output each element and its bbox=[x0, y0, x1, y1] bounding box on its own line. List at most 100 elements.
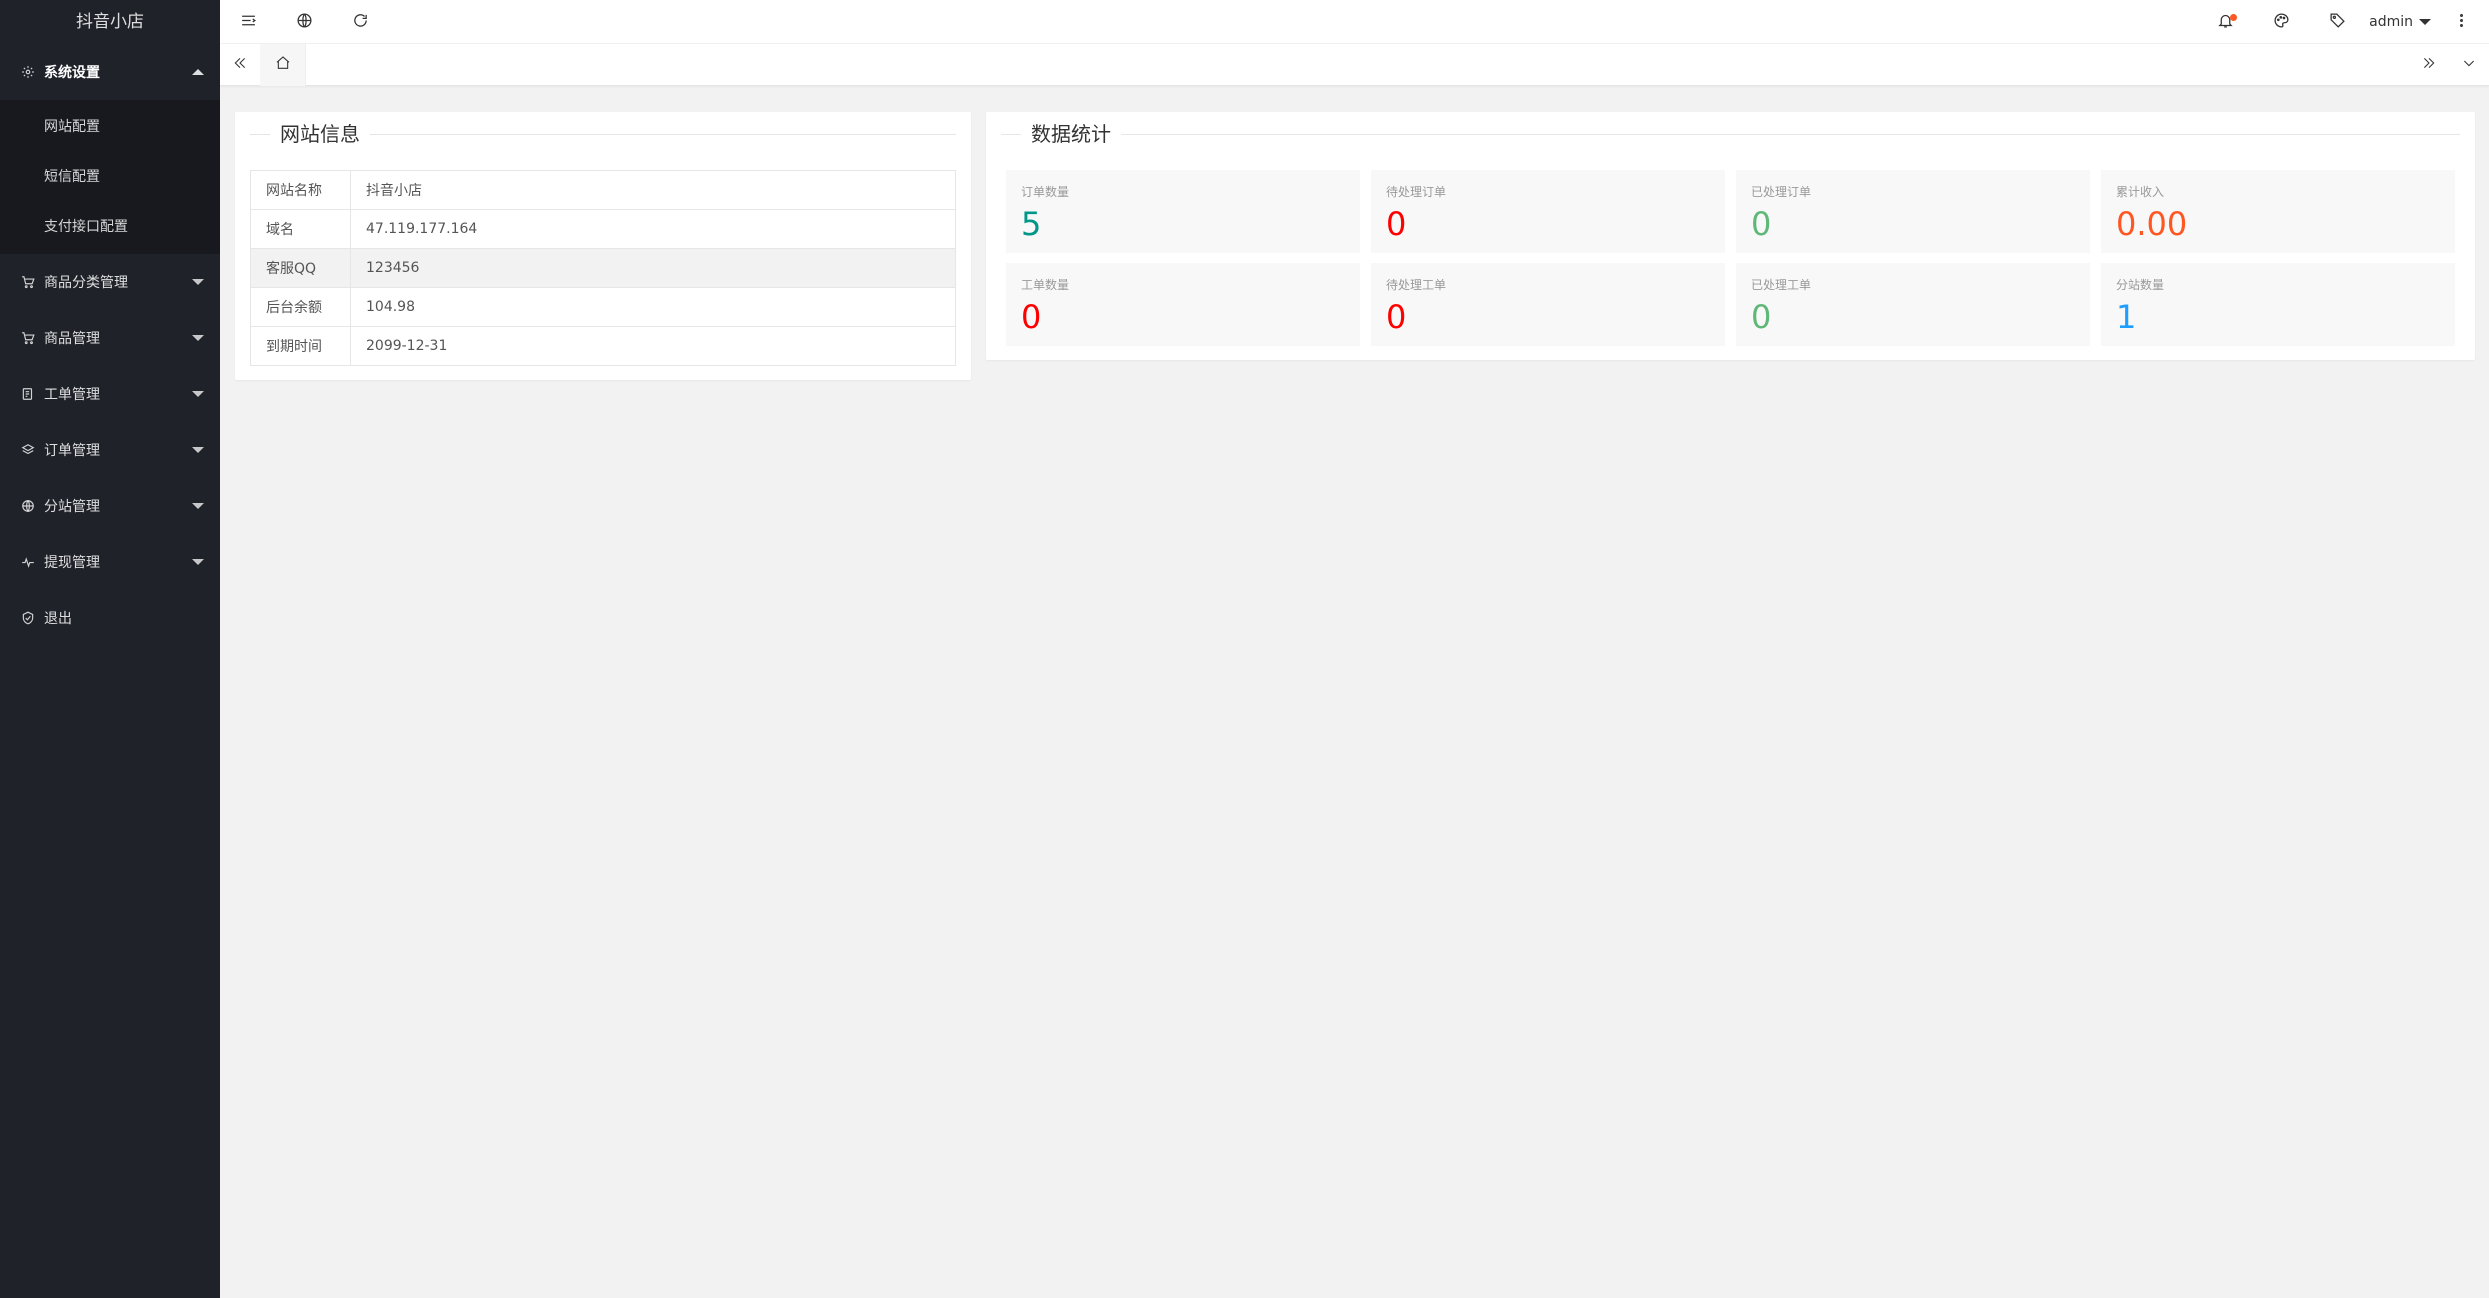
stat-label: 分站数量 bbox=[2116, 278, 2165, 292]
table-row: 网站名称 抖音小店 bbox=[250, 170, 956, 210]
menu-toggle-button[interactable] bbox=[220, 0, 276, 44]
site-info-title: 网站信息 bbox=[270, 120, 370, 148]
stat-value: 0 bbox=[1751, 205, 1772, 243]
shield-icon bbox=[20, 610, 36, 626]
website-button[interactable] bbox=[276, 0, 332, 44]
cart-icon bbox=[20, 330, 36, 346]
table-row: 域名 47.119.177.164 bbox=[250, 209, 956, 249]
palette-icon bbox=[2273, 12, 2290, 33]
table-row: 到期时间 2099-12-31 bbox=[250, 326, 956, 366]
double-chevron-left-icon bbox=[232, 55, 248, 75]
stat-pending-orders: 待处理订单 0 bbox=[1371, 170, 1725, 253]
sidebar-item-product-management[interactable]: 商品管理 bbox=[0, 310, 220, 366]
ticket-icon bbox=[20, 386, 36, 402]
chevron-up-icon bbox=[192, 69, 204, 75]
site-info-header: 网站信息 bbox=[235, 112, 971, 156]
stat-value: 0.00 bbox=[2116, 205, 2188, 243]
chevron-down-icon bbox=[2461, 55, 2477, 75]
chevron-down-icon bbox=[192, 391, 204, 397]
table-key: 客服QQ bbox=[250, 248, 351, 288]
stat-ticket-count: 工单数量 0 bbox=[1006, 263, 1360, 346]
stat-label: 累计收入 bbox=[2116, 185, 2165, 199]
stat-value: 5 bbox=[1021, 205, 1042, 243]
sidebar-item-label: 工单管理 bbox=[44, 387, 100, 403]
sidebar-item-label: 商品管理 bbox=[44, 331, 100, 347]
more-button[interactable] bbox=[2433, 0, 2489, 44]
sidebar-item-ticket-management[interactable]: 工单管理 bbox=[0, 366, 220, 422]
layers-icon bbox=[20, 442, 36, 458]
sidebar-item-label: 提现管理 bbox=[44, 555, 100, 571]
stat-processed-orders: 已处理订单 0 bbox=[1736, 170, 2090, 253]
stats-header: 数据统计 bbox=[986, 112, 2475, 156]
sidebar-item-system-settings[interactable]: 系统设置 bbox=[0, 44, 220, 100]
logo-text: 抖音小店 bbox=[76, 12, 144, 32]
sidebar-item-label: 商品分类管理 bbox=[44, 275, 128, 291]
more-vertical-icon bbox=[2453, 12, 2470, 33]
sidebar-item-label: 订单管理 bbox=[44, 443, 100, 459]
table-key: 到期时间 bbox=[250, 326, 351, 366]
tabs-scroll-right-button[interactable] bbox=[2409, 44, 2449, 86]
sidebar: 抖音小店 系统设置 网站配置 短信配置 支付接口配置 商品分类管理 商品管理 工… bbox=[0, 0, 220, 1298]
stat-substation-count: 分站数量 1 bbox=[2101, 263, 2455, 346]
tabs-scroll-left-button[interactable] bbox=[220, 44, 260, 86]
sidebar-item-order-management[interactable]: 订单管理 bbox=[0, 422, 220, 478]
stat-label: 订单数量 bbox=[1021, 185, 1070, 199]
stat-value: 0 bbox=[1386, 298, 1407, 336]
sidebar-item-substation-management[interactable]: 分站管理 bbox=[0, 478, 220, 534]
caret-down-icon bbox=[2419, 19, 2431, 25]
stat-value: 0 bbox=[1021, 298, 1042, 336]
chevron-down-icon bbox=[192, 447, 204, 453]
sidebar-item-label: 系统设置 bbox=[44, 65, 100, 81]
double-chevron-right-icon bbox=[2421, 55, 2437, 75]
globe-icon bbox=[296, 12, 313, 33]
gear-icon bbox=[20, 64, 36, 80]
tag-button[interactable] bbox=[2309, 0, 2365, 44]
table-value: 2099-12-31 bbox=[350, 326, 956, 366]
theme-button[interactable] bbox=[2253, 0, 2309, 44]
menu-fold-icon bbox=[240, 12, 257, 33]
tabs-dropdown-button[interactable] bbox=[2449, 44, 2489, 86]
chevron-down-icon bbox=[192, 559, 204, 565]
table-row: 客服QQ 123456 bbox=[250, 248, 956, 288]
chevron-down-icon bbox=[192, 279, 204, 285]
stats-card: 数据统计 订单数量 5 待处理订单 0 已处理订单 0 累计收入 0.00 工单… bbox=[986, 112, 2475, 360]
cart-icon bbox=[20, 274, 36, 290]
tabs-bar bbox=[220, 44, 2489, 86]
stat-label: 已处理工单 bbox=[1751, 278, 1812, 292]
stat-pending-tickets: 待处理工单 0 bbox=[1371, 263, 1725, 346]
sidebar-item-withdraw-management[interactable]: 提现管理 bbox=[0, 534, 220, 590]
refresh-button[interactable] bbox=[332, 0, 388, 44]
sidebar-subitem-site-config[interactable]: 网站配置 bbox=[0, 102, 220, 152]
stat-value: 1 bbox=[2116, 298, 2137, 336]
site-info-table: 网站名称 抖音小店 域名 47.119.177.164 客服QQ 123456 … bbox=[250, 170, 956, 366]
home-icon bbox=[275, 55, 291, 75]
stat-value: 0 bbox=[1751, 298, 1772, 336]
sidebar-subitem-payment-config[interactable]: 支付接口配置 bbox=[0, 202, 220, 252]
table-value: 123456 bbox=[350, 248, 956, 288]
stat-total-income: 累计收入 0.00 bbox=[2101, 170, 2455, 253]
globe-icon bbox=[20, 498, 36, 514]
refresh-icon bbox=[352, 12, 369, 33]
table-key: 网站名称 bbox=[250, 170, 351, 210]
table-value: 抖音小店 bbox=[350, 170, 956, 210]
sidebar-item-category-management[interactable]: 商品分类管理 bbox=[0, 254, 220, 310]
stat-label: 工单数量 bbox=[1021, 278, 1070, 292]
user-menu[interactable]: admin bbox=[2369, 0, 2431, 44]
sidebar-subitem-sms-config[interactable]: 短信配置 bbox=[0, 152, 220, 202]
stat-label: 待处理工单 bbox=[1386, 278, 1447, 292]
system-settings-submenu: 网站配置 短信配置 支付接口配置 bbox=[0, 100, 220, 254]
chevron-down-icon bbox=[192, 503, 204, 509]
stat-label: 待处理订单 bbox=[1386, 185, 1447, 199]
sidebar-item-logout[interactable]: 退出 bbox=[0, 590, 220, 646]
tag-icon bbox=[2329, 12, 2346, 33]
notification-button[interactable] bbox=[2197, 0, 2253, 44]
user-name: admin bbox=[2369, 14, 2413, 30]
stats-title: 数据统计 bbox=[1021, 120, 1121, 148]
site-info-card: 网站信息 网站名称 抖音小店 域名 47.119.177.164 客服QQ 12… bbox=[235, 112, 971, 380]
tab-home[interactable] bbox=[260, 44, 306, 86]
table-key: 后台余额 bbox=[250, 287, 351, 327]
top-header: admin bbox=[220, 0, 2489, 44]
pulse-icon bbox=[20, 554, 36, 570]
stat-order-count: 订单数量 5 bbox=[1006, 170, 1360, 253]
sidebar-item-label: 分站管理 bbox=[44, 499, 100, 515]
